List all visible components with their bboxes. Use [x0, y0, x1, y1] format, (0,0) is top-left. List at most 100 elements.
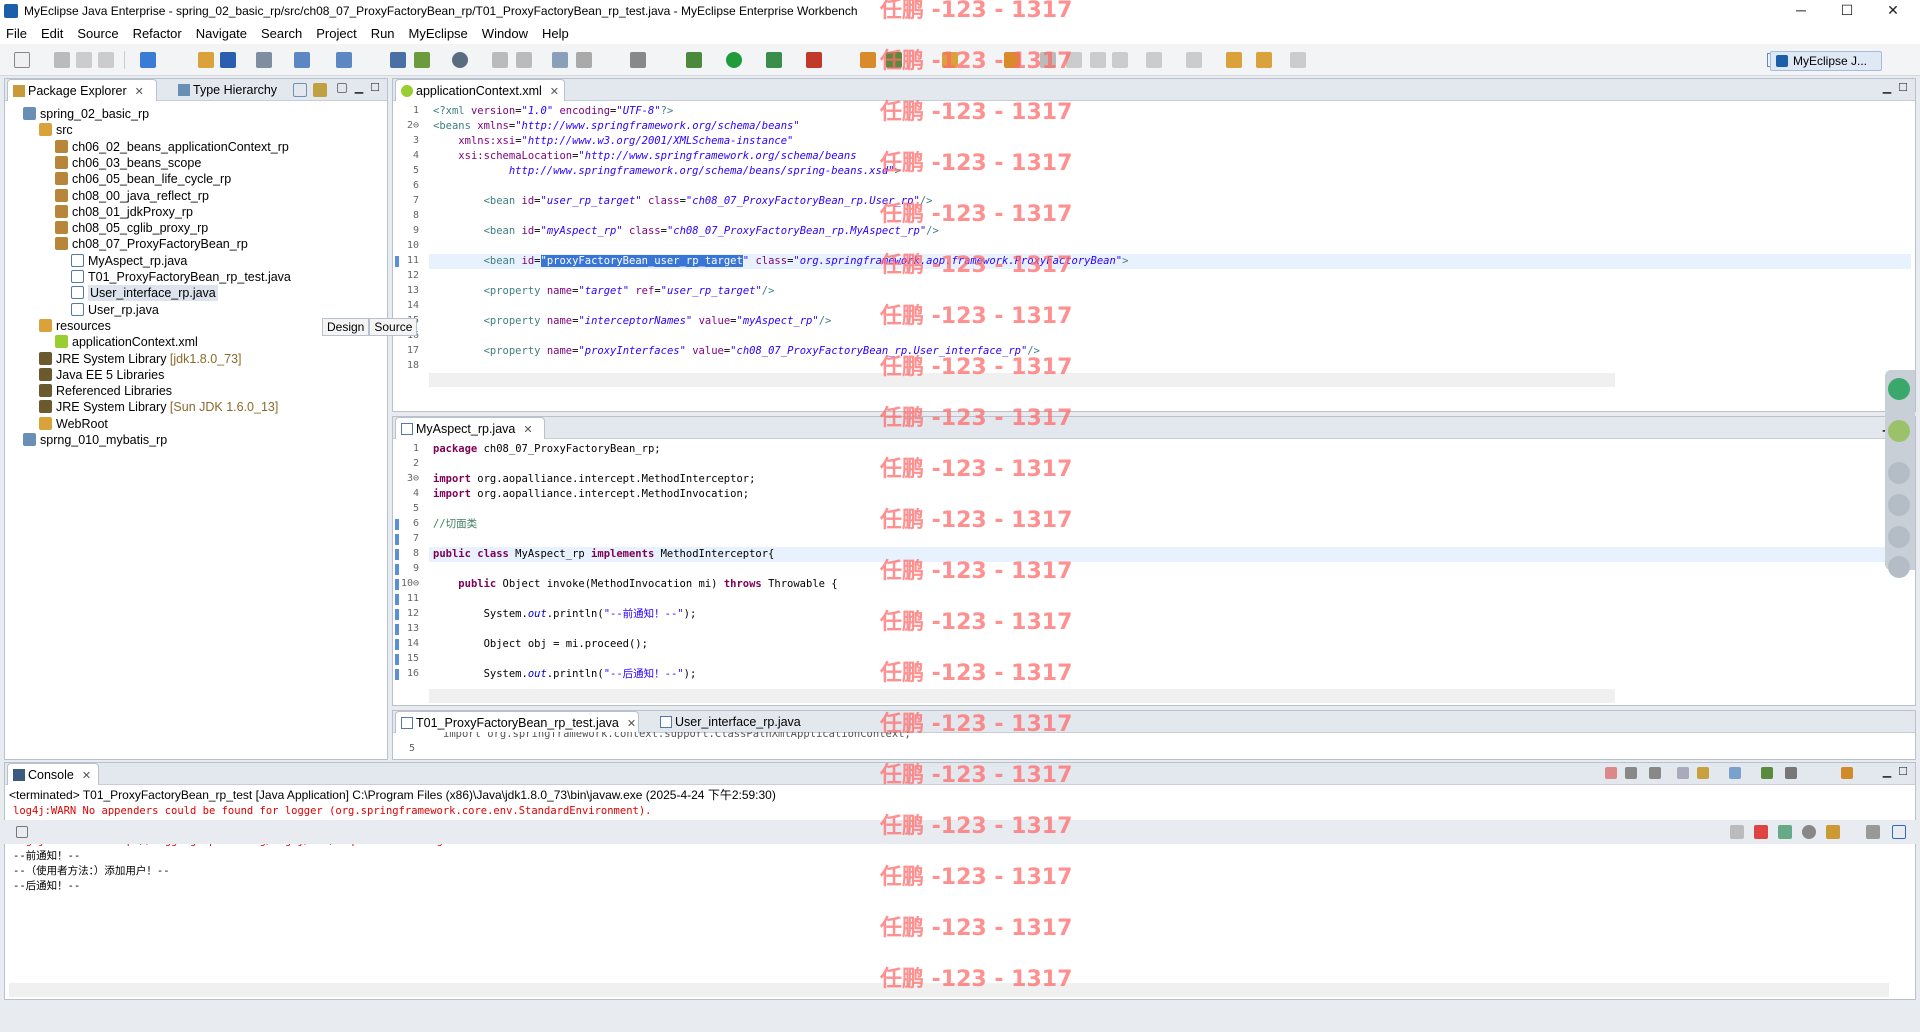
fast-view-icon[interactable] [16, 826, 28, 838]
coverage-icon[interactable] [766, 52, 782, 68]
open-resource-icon[interactable] [220, 52, 236, 68]
menu-search[interactable]: Search [261, 26, 302, 41]
scroll-lock-icon[interactable] [1697, 767, 1709, 779]
close-icon[interactable]: ✕ [627, 718, 636, 730]
close-icon[interactable]: ✕ [82, 770, 91, 782]
external-tools-icon[interactable] [806, 52, 822, 68]
tree-item[interactable]: JRE System Library [Sun JDK 1.6.0_13] [39, 398, 278, 416]
back-icon[interactable] [1256, 52, 1272, 68]
view-menu-icon[interactable] [337, 83, 347, 93]
tree-item[interactable]: ch08_00_java_reflect_rp [55, 187, 209, 205]
horizontal-scrollbar[interactable] [429, 689, 1615, 703]
paragraph-icon[interactable] [1112, 52, 1128, 68]
web-icon[interactable] [336, 52, 352, 68]
maximize-view-icon[interactable]: ☐ [369, 83, 381, 95]
globe-icon[interactable] [452, 52, 468, 68]
tree-item[interactable]: ch08_05_cglib_proxy_rp [55, 219, 208, 237]
tab-design[interactable]: Design [322, 318, 370, 336]
tree-item[interactable]: WebRoot [39, 415, 108, 433]
tree-item[interactable]: sprng_010_mybatis_rp [23, 431, 167, 449]
collapse-all-icon[interactable] [293, 83, 307, 97]
menu-help[interactable]: Help [542, 26, 569, 41]
tab-user-interface-java[interactable]: User_interface_rp.java [655, 711, 825, 733]
menu-myeclipse[interactable]: MyEclipse [409, 26, 468, 41]
maximize-button[interactable]: ☐ [1824, 0, 1870, 22]
perspective-myeclipse[interactable]: MyEclipse J... [1770, 51, 1882, 71]
tree-item[interactable]: Referenced Libraries [39, 382, 172, 400]
tree-item[interactable]: resources [39, 317, 111, 335]
minimize-button[interactable]: ─ [1778, 0, 1824, 22]
tree-item[interactable]: JRE System Library [jdk1.8.0_73] [39, 350, 242, 368]
last-edit-icon[interactable] [1226, 52, 1242, 68]
open-type-icon[interactable] [198, 52, 214, 68]
new-java-project-icon[interactable] [860, 52, 876, 68]
status-icon[interactable] [1778, 825, 1792, 839]
status-icon[interactable] [1754, 825, 1768, 839]
tree-item[interactable]: spring_02_basic_rp [23, 105, 149, 123]
display-console-icon[interactable] [1785, 767, 1797, 779]
tree-item[interactable]: applicationContext.xml [55, 333, 198, 351]
tree-item[interactable]: Java EE 5 Libraries [39, 366, 164, 384]
tab-myaspect-java[interactable]: MyAspect_rp.java ✕ [395, 417, 545, 439]
close-icon[interactable]: ✕ [135, 86, 144, 98]
tree-item[interactable]: T01_ProxyFactoryBean_rp_test.java [71, 268, 291, 286]
history-fwd-icon[interactable] [516, 52, 532, 68]
status-icon[interactable] [1802, 825, 1816, 839]
next-annotation-icon[interactable] [1146, 52, 1162, 68]
status-icon[interactable] [1826, 825, 1840, 839]
tree-item[interactable]: ch06_03_beans_scope [55, 154, 201, 172]
minimize-view-icon[interactable]: ▁ [353, 83, 365, 95]
open-console-icon[interactable] [1841, 767, 1853, 779]
tab-type-hierarchy[interactable]: Type Hierarchy [173, 79, 291, 101]
chat-icon[interactable] [1888, 526, 1910, 548]
remove-all-icon[interactable] [1649, 767, 1661, 779]
leaf-icon[interactable] [1888, 420, 1910, 442]
maximize-view-icon[interactable]: ☐ [1897, 83, 1909, 95]
pin-console-icon[interactable] [1761, 767, 1773, 779]
tree-item[interactable]: User_interface_rp.java [71, 284, 218, 302]
menu-refactor[interactable]: Refactor [133, 26, 182, 41]
link-icon[interactable] [576, 52, 592, 68]
menu-window[interactable]: Window [482, 26, 528, 41]
tree-item[interactable]: ch06_05_bean_life_cycle_rp [55, 170, 231, 188]
save-icon[interactable] [54, 52, 70, 68]
check-icon[interactable] [1888, 378, 1910, 400]
tab-applicationcontext-xml[interactable]: applicationContext.xml ✕ [395, 79, 565, 101]
menu-project[interactable]: Project [316, 26, 356, 41]
prev-annotation-icon[interactable] [1186, 52, 1202, 68]
tab-console[interactable]: Console ✕ [7, 763, 99, 785]
save-all-icon[interactable] [76, 52, 92, 68]
print-icon[interactable] [98, 52, 114, 68]
menu-file[interactable]: File [6, 26, 27, 41]
image-icon[interactable] [1888, 556, 1910, 578]
clear-console-icon[interactable] [1677, 767, 1689, 779]
tree-item[interactable]: User_rp.java [71, 301, 159, 319]
menu-navigate[interactable]: Navigate [196, 26, 247, 41]
new-web-project-icon[interactable] [140, 52, 156, 68]
tree-item[interactable]: src [39, 121, 73, 139]
database-icon[interactable] [390, 52, 406, 68]
close-button[interactable]: ✕ [1870, 0, 1916, 22]
status-icon[interactable] [1730, 825, 1744, 839]
remove-launch-icon[interactable] [1625, 767, 1637, 779]
terminate-icon[interactable] [1605, 767, 1617, 779]
tab-package-explorer[interactable]: Package Explorer ✕ [7, 79, 157, 101]
new-icon[interactable] [14, 52, 30, 68]
close-icon[interactable]: ✕ [550, 86, 559, 98]
block-icon[interactable] [1090, 52, 1106, 68]
menu-edit[interactable]: Edit [41, 26, 63, 41]
link-with-editor-icon[interactable] [313, 83, 327, 97]
tab-source[interactable]: Source [369, 318, 418, 336]
close-icon[interactable]: ✕ [523, 424, 532, 436]
debug-icon[interactable] [686, 52, 702, 68]
menu-source[interactable]: Source [77, 26, 118, 41]
web-browser-icon[interactable] [552, 52, 568, 68]
deploy-icon[interactable] [294, 52, 310, 68]
run-external-icon[interactable] [414, 52, 430, 68]
tree-item[interactable]: ch06_02_beans_applicationContext_rp [55, 138, 289, 156]
server-icon[interactable] [256, 52, 272, 68]
monitor-icon[interactable] [630, 52, 646, 68]
history-back-icon[interactable] [492, 52, 508, 68]
tree-item[interactable]: MyAspect_rp.java [71, 252, 187, 270]
minimize-view-icon[interactable]: ▁ [1881, 83, 1893, 95]
